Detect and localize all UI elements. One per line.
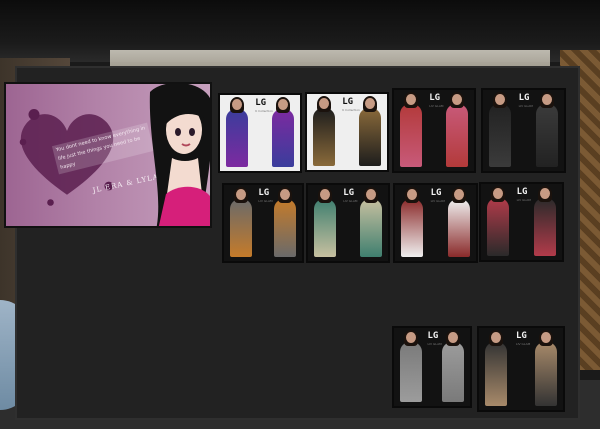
- model-head: [365, 98, 375, 109]
- store-banner[interactable]: You dont need to know everything in life…: [4, 82, 212, 228]
- model-figure: [446, 92, 468, 167]
- model-figure: [400, 92, 422, 167]
- vendor-subtitle: LIV GLAM: [516, 198, 531, 202]
- model-head: [406, 94, 416, 105]
- vendor-logo: LG: [255, 98, 267, 108]
- vendor-logo: LG: [518, 93, 530, 103]
- model-figure: [400, 330, 422, 402]
- model-figure: [535, 330, 557, 406]
- vendor-logo: LG: [258, 188, 270, 198]
- model-figure: [536, 92, 558, 167]
- model-head: [407, 189, 417, 200]
- vendor-poster[interactable]: LG K Collection: [218, 93, 302, 173]
- vendor-logo: LG: [427, 331, 439, 341]
- girl-portrait: [149, 84, 210, 226]
- vendor-subtitle: LIV GLAM: [427, 342, 442, 346]
- model-figure: [401, 187, 423, 257]
- model-head: [541, 332, 551, 343]
- vendor-poster[interactable]: LG LIV GLAM: [477, 326, 565, 412]
- vendor-logo: LG: [343, 188, 355, 198]
- vendor-logo: LG: [430, 188, 442, 198]
- vendor-poster[interactable]: LG K Collection: [305, 92, 389, 172]
- model-figure: [314, 187, 336, 257]
- model-figure: [313, 96, 335, 166]
- vendor-logo: LG: [516, 187, 528, 197]
- vendor-subtitle: LIV GLAM: [518, 104, 533, 108]
- model-figure: [448, 187, 470, 257]
- model-figure: [226, 97, 248, 167]
- vendor-logo: LG: [342, 97, 354, 107]
- vendor-poster[interactable]: LG LIV GLAM: [222, 183, 304, 263]
- vendor-subtitle: K Collection: [342, 108, 360, 112]
- model-head: [236, 189, 246, 200]
- model-figure: [487, 186, 509, 256]
- model-head: [540, 188, 550, 199]
- vendor-logo: LG: [515, 331, 527, 341]
- vendor-poster[interactable]: LG LIV GLAM: [392, 326, 472, 408]
- model-head: [495, 94, 505, 105]
- model-figure: [274, 187, 296, 257]
- model-head: [280, 189, 290, 200]
- vendor-subtitle: LIV GLAM: [343, 199, 358, 203]
- vendor-subtitle: LIV GLAM: [258, 199, 273, 203]
- model-figure: [360, 187, 382, 257]
- model-figure: [272, 97, 294, 167]
- model-head: [493, 188, 503, 199]
- model-head: [278, 99, 288, 110]
- model-head: [406, 332, 416, 343]
- vendor-poster[interactable]: LG LIV GLAM: [481, 88, 566, 173]
- model-head: [542, 94, 552, 105]
- vendor-logo: LG: [429, 93, 441, 103]
- model-figure: [442, 330, 464, 402]
- model-figure: [485, 330, 507, 406]
- vendor-poster[interactable]: LG LIV GLAM: [306, 183, 390, 263]
- vendor-poster[interactable]: LG LIV GLAM: [392, 88, 476, 173]
- model-head: [366, 189, 376, 200]
- model-head: [491, 332, 501, 343]
- model-figure: [489, 92, 511, 167]
- vendor-poster[interactable]: LG LIV GLAM: [393, 183, 478, 263]
- model-head: [454, 189, 464, 200]
- model-head: [320, 189, 330, 200]
- model-figure: [359, 96, 381, 166]
- vendor-subtitle: K Collection: [255, 109, 273, 113]
- vendor-subtitle: LIV GLAM: [515, 342, 531, 346]
- model-figure: [230, 187, 252, 257]
- vendor-poster[interactable]: LG LIV GLAM: [479, 182, 564, 262]
- model-head: [452, 94, 462, 105]
- model-figure: [534, 186, 556, 256]
- model-head: [232, 99, 242, 110]
- vendor-subtitle: LIV GLAM: [429, 104, 444, 108]
- vendor-subtitle: LIV GLAM: [430, 199, 445, 203]
- model-head: [319, 98, 329, 109]
- model-head: [448, 332, 458, 343]
